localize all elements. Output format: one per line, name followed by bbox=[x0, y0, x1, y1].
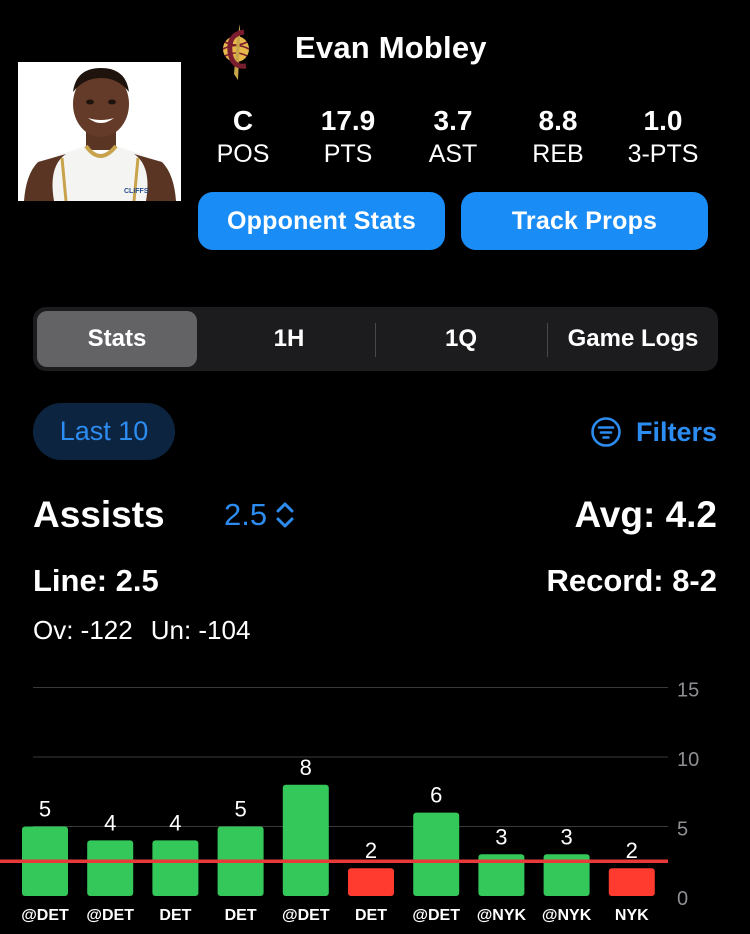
odds-row: Ov: -122 Un: -104 bbox=[33, 615, 268, 646]
record-summary: Record: 8-2 bbox=[546, 563, 717, 598]
stat-points: 17.9 PTS bbox=[293, 104, 403, 170]
x-tick-label: @DET bbox=[282, 907, 330, 924]
tab-1h[interactable]: 1H bbox=[203, 311, 375, 367]
stat-label: 3-PTS bbox=[627, 140, 699, 168]
stat-label: AST bbox=[428, 140, 478, 168]
player-name: Evan Mobley bbox=[295, 30, 487, 65]
bar bbox=[608, 868, 655, 896]
bar-value-label: 5 bbox=[39, 797, 51, 822]
player-avatar: CLIFFS bbox=[18, 62, 181, 201]
bar bbox=[413, 812, 460, 896]
average-value: Avg: 4.2 bbox=[574, 494, 717, 535]
stat-rebounds: 8.8 REB bbox=[503, 104, 613, 170]
segmented-tabs: Stats 1H 1Q Game Logs bbox=[33, 307, 718, 371]
bar bbox=[152, 840, 199, 896]
bar bbox=[348, 868, 394, 896]
under-odds: Un: -104 bbox=[150, 615, 251, 645]
y-tick-label: 15 bbox=[677, 680, 699, 702]
bar bbox=[282, 784, 329, 896]
x-tick-label: @DET bbox=[412, 907, 460, 924]
track-props-button[interactable]: Track Props bbox=[461, 192, 708, 250]
line-value-picker[interactable]: 2.5 bbox=[224, 497, 295, 533]
x-tick-label: @NYK bbox=[477, 907, 527, 924]
opponent-stats-button[interactable]: Opponent Stats bbox=[198, 192, 445, 250]
line-value: 2.5 bbox=[224, 497, 268, 532]
tab-stats[interactable]: Stats bbox=[37, 311, 197, 367]
bar-value-label: 3 bbox=[560, 824, 572, 849]
bar-value-label: 2 bbox=[365, 838, 377, 863]
x-tick-label: @NYK bbox=[542, 907, 592, 924]
line-summary: Line: 2.5 bbox=[33, 563, 159, 598]
x-tick-label: NYK bbox=[615, 907, 649, 924]
stat-value: 8.8 bbox=[538, 105, 578, 136]
bar bbox=[87, 840, 134, 896]
x-tick-label: DET bbox=[159, 907, 191, 924]
stat-position: C POS bbox=[188, 104, 298, 170]
tab-game-logs[interactable]: Game Logs bbox=[548, 311, 718, 367]
prop-metric-title: Assists bbox=[33, 494, 165, 535]
stat-assists: 3.7 AST bbox=[398, 104, 508, 170]
filter-icon bbox=[591, 417, 621, 447]
range-pill-last-10[interactable]: Last 10 bbox=[33, 403, 175, 460]
y-tick-label: 10 bbox=[677, 749, 699, 771]
bar-value-label: 6 bbox=[430, 783, 442, 808]
tab-1q[interactable]: 1Q bbox=[376, 311, 546, 367]
chevron-up-down-icon bbox=[276, 502, 294, 528]
bar-value-label: 3 bbox=[495, 824, 507, 849]
stat-value: C bbox=[232, 105, 254, 136]
game-log-bar-chart: 0 5 10 15 5 @DET 4 @DET 4 DET 5 DET 8 @DET 2 DET 6 @DET 3 @… bbox=[0, 680, 699, 924]
stat-label: POS bbox=[216, 140, 270, 168]
y-tick-label: 5 bbox=[677, 819, 688, 841]
stat-value: 1.0 bbox=[643, 105, 683, 136]
y-tick-label: 0 bbox=[677, 888, 688, 910]
bar-value-label: 4 bbox=[104, 810, 116, 835]
svg-text:CLIFFS: CLIFFS bbox=[124, 188, 149, 195]
bar-value-label: 4 bbox=[169, 810, 181, 835]
bar-value-label: 2 bbox=[626, 838, 638, 863]
team-logo bbox=[218, 22, 254, 82]
bar-value-label: 8 bbox=[300, 755, 312, 780]
x-tick-label: @DET bbox=[86, 907, 134, 924]
stat-value: 3.7 bbox=[433, 105, 473, 136]
x-tick-label: DET bbox=[225, 907, 257, 924]
over-odds: Ov: -122 bbox=[33, 615, 133, 645]
x-tick-label: DET bbox=[355, 907, 387, 924]
stat-label: REB bbox=[532, 140, 584, 168]
bar-value-label: 5 bbox=[234, 797, 246, 822]
stat-threes: 1.0 3-PTS bbox=[608, 104, 718, 170]
filters-label: Filters bbox=[635, 416, 717, 447]
stat-value: 17.9 bbox=[320, 105, 376, 136]
filters-button[interactable]: Filters bbox=[590, 412, 717, 452]
stat-label: PTS bbox=[323, 140, 373, 168]
x-tick-label: @DET bbox=[21, 907, 69, 924]
